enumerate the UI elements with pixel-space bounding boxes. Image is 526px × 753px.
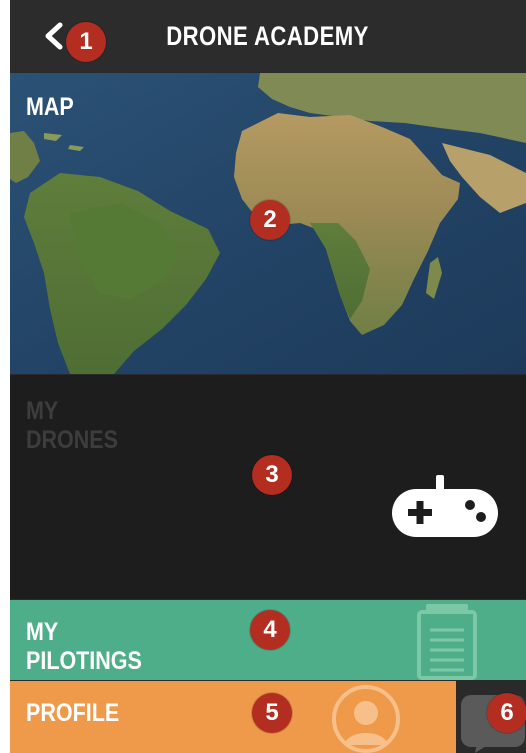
user-avatar-icon [332, 685, 400, 753]
annotation-badge: 6 [487, 693, 526, 733]
map-label: MAP [26, 93, 74, 121]
my-drones-label: MY DRONES [26, 397, 118, 454]
my-pilotings-tile[interactable]: MY PILOTINGS 4 [10, 600, 526, 680]
profile-label: PROFILE [26, 699, 120, 727]
clipboard-icon [417, 604, 477, 680]
annotation-badge: 2 [250, 200, 290, 240]
chat-tile[interactable]: 6 [457, 681, 526, 753]
gamepad-icon [392, 475, 498, 537]
annotation-badge: 3 [252, 455, 292, 495]
map-tile[interactable]: MAP 2 [10, 73, 526, 374]
profile-tile[interactable]: PROFILE 5 [10, 681, 456, 753]
app-screen: DRONE ACADEMY MAP 2 MY DRONES 3 MY PILOT… [10, 0, 526, 753]
my-pilotings-label: MY PILOTINGS [26, 618, 142, 675]
annotation-badge: 5 [252, 693, 292, 733]
page-title: DRONE ACADEMY [166, 20, 370, 51]
annotation-badge: 4 [250, 610, 290, 650]
annotation-badge: 1 [66, 22, 106, 62]
my-drones-tile[interactable]: MY DRONES 3 [10, 375, 526, 599]
